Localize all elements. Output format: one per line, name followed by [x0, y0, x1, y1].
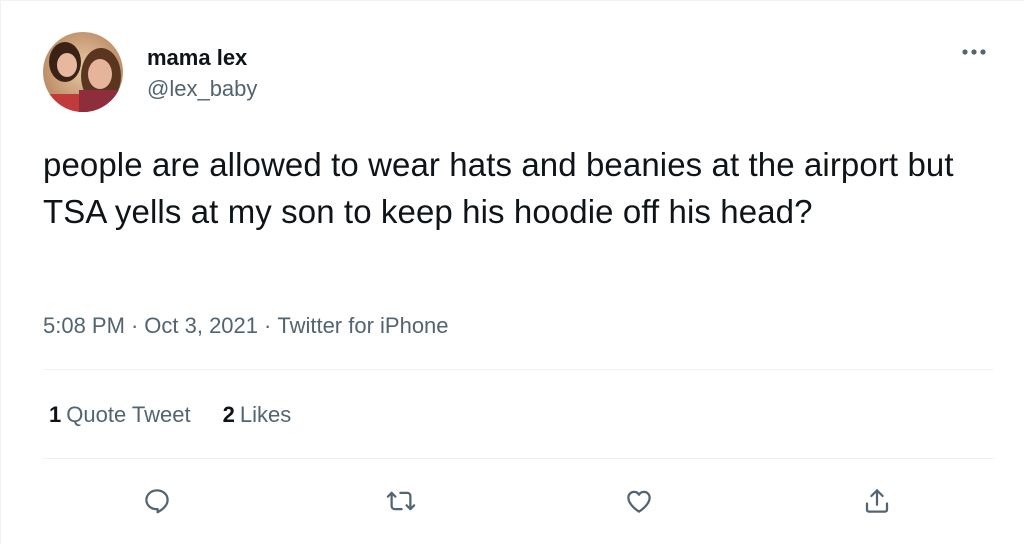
meta-separator: ·: [130, 313, 139, 338]
more-options-button[interactable]: [954, 40, 994, 64]
quote-tweets-stat[interactable]: 1 Quote Tweet: [49, 401, 191, 429]
display-name[interactable]: mama lex: [147, 44, 257, 72]
tweet-date[interactable]: Oct 3, 2021: [144, 313, 258, 338]
reply-button[interactable]: [135, 479, 179, 523]
divider: [43, 369, 994, 370]
like-label: Likes: [239, 402, 292, 427]
tweet-meta: 5:08 PM · Oct 3, 2021 · Twitter for iPhone: [43, 312, 449, 340]
divider: [43, 458, 994, 459]
retweet-icon: [386, 491, 416, 511]
avatar[interactable]: [43, 32, 123, 112]
tweet-card: mama lex @lex_baby people are allowed to…: [0, 0, 1024, 544]
share-icon: [865, 489, 889, 513]
user-handle[interactable]: @lex_baby: [147, 74, 257, 104]
share-button[interactable]: [855, 479, 899, 523]
meta-separator: ·: [264, 313, 272, 338]
quote-count: 1: [49, 402, 62, 427]
tweet-stats: 1 Quote Tweet 2 Likes: [49, 401, 323, 429]
heart-icon: [627, 490, 651, 513]
likes-stat[interactable]: 2 Likes: [223, 401, 292, 429]
like-button[interactable]: [617, 479, 661, 523]
tweet-text: people are allowed to wear hats and bean…: [43, 146, 954, 230]
like-count: 2: [222, 402, 235, 427]
user-names: mama lex @lex_baby: [147, 44, 257, 104]
quote-label: Quote Tweet: [66, 402, 191, 427]
retweet-button[interactable]: [379, 479, 423, 523]
tweet-actions: [43, 479, 994, 523]
tweet-source[interactable]: Twitter for iPhone: [277, 313, 448, 338]
more-horizontal-icon: [962, 49, 986, 55]
avatar-image: [43, 32, 123, 112]
tweet-time[interactable]: 5:08 PM: [43, 313, 125, 338]
tweet-header: mama lex @lex_baby: [43, 32, 994, 114]
reply-icon: [145, 489, 169, 514]
